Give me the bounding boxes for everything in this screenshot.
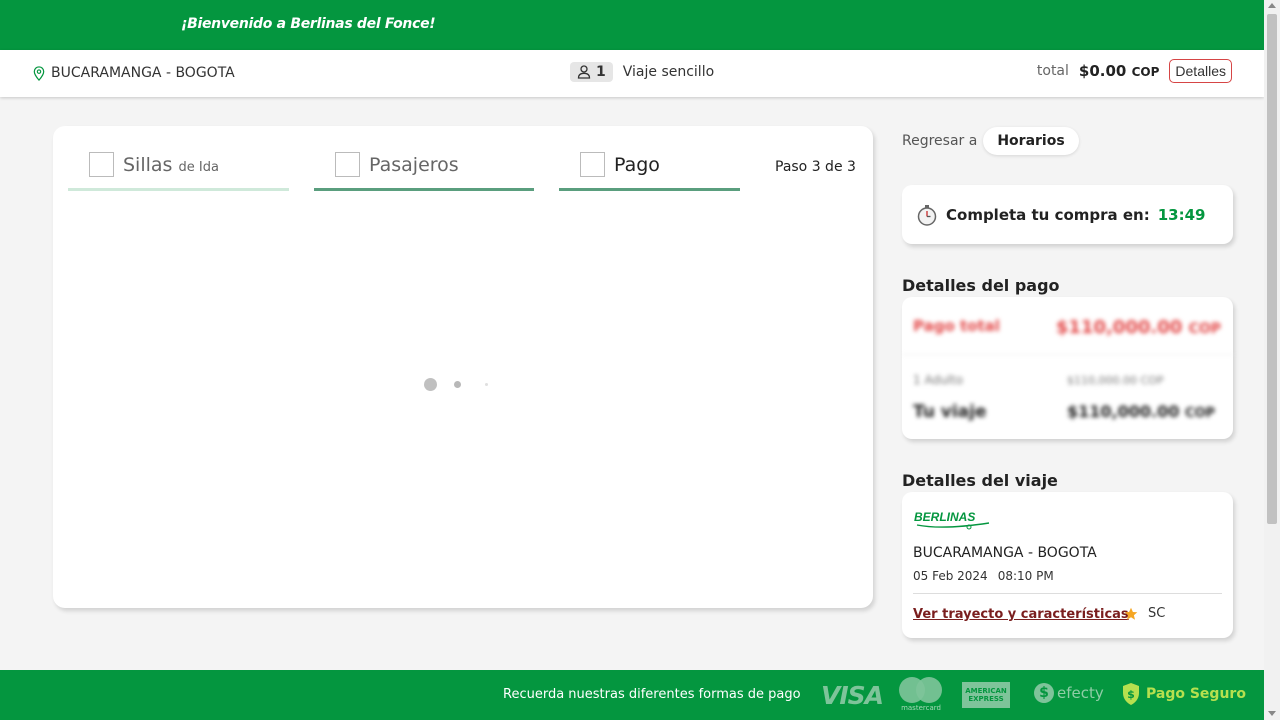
trip-details-card: BERLINAS BUCARAMANGA - BOGOTA 05 Feb 202… bbox=[902, 492, 1233, 638]
payment-line-value: $110,000.00 COP bbox=[1067, 374, 1164, 387]
payment-total-currency: COP bbox=[1188, 321, 1221, 337]
tab-pasajeros-label: Pasajeros bbox=[369, 154, 459, 176]
payment-details-card: Pago total $110,000.00 COP 1 Adulto $110… bbox=[902, 297, 1233, 439]
shield-icon: $ bbox=[1123, 683, 1139, 705]
payment-trip-amount: $110,000.00 COP bbox=[1067, 402, 1215, 421]
visa-logo: VISA bbox=[821, 681, 884, 710]
tab-pago-underline bbox=[559, 188, 740, 191]
horarios-button[interactable]: Horarios bbox=[983, 127, 1079, 155]
passenger-info: 1 Viaje sencillo bbox=[570, 62, 714, 82]
loader-dot bbox=[424, 378, 437, 391]
step-indicator: Paso 3 de 3 bbox=[775, 159, 856, 175]
amex-logo: AMERICAN EXPRESS bbox=[962, 682, 1010, 708]
tab-pago-label: Pago bbox=[614, 154, 660, 176]
trip-route: BUCARAMANGA - BOGOTA bbox=[913, 545, 1097, 561]
route-label: BUCARAMANGA - BOGOTA bbox=[51, 65, 235, 81]
tab-sillas[interactable]: Sillas de Ida bbox=[89, 152, 219, 192]
seat-image-placeholder bbox=[89, 152, 114, 177]
loading-spinner bbox=[424, 378, 488, 391]
mastercard-circle bbox=[916, 677, 942, 703]
payment-total-value: $110,000.00 bbox=[1055, 317, 1183, 338]
payment-methods-text: Recuerda nuestras diferentes formas de p… bbox=[503, 687, 801, 702]
loader-dot bbox=[454, 381, 461, 388]
details-button[interactable]: Detalles bbox=[1169, 59, 1232, 83]
loader-dot bbox=[485, 383, 488, 386]
payment-image-placeholder bbox=[580, 152, 605, 177]
passenger-count-badge: 1 bbox=[570, 62, 613, 82]
total-summary: total $0.00 COP Detalles bbox=[1037, 59, 1232, 83]
tab-sillas-title: Sillas bbox=[123, 154, 173, 176]
total-currency: COP bbox=[1131, 65, 1160, 79]
timer-value: 13:49 bbox=[1157, 205, 1206, 224]
secure-payment-label: Pago Seguro bbox=[1146, 686, 1246, 702]
total-amount: $0.00 COP bbox=[1079, 62, 1160, 80]
tab-pago[interactable]: Pago bbox=[580, 152, 660, 192]
scroll-down-arrow-icon[interactable] bbox=[1268, 711, 1276, 716]
stopwatch-icon bbox=[917, 204, 937, 226]
timer-card: Completa tu compra en: 13:49 bbox=[902, 185, 1233, 244]
scrollbar-thumb[interactable] bbox=[1267, 14, 1277, 524]
tab-sillas-sub: de Ida bbox=[178, 160, 219, 175]
page-scrollbar[interactable] bbox=[1264, 0, 1280, 720]
total-amount-value: $0.00 bbox=[1078, 62, 1127, 80]
payment-line-label: 1 Adulto bbox=[913, 373, 964, 387]
payment-total-row: Pago total $110,000.00 COP bbox=[913, 317, 1221, 338]
top-header: ¡Bienvenido a Berlinas del Fonce! bbox=[0, 0, 1264, 50]
total-label: total bbox=[1036, 63, 1069, 79]
back-label: Regresar a bbox=[902, 133, 978, 149]
tab-sillas-label: Sillas de Ida bbox=[123, 154, 219, 176]
payment-trip-value: $110,000.00 bbox=[1067, 402, 1180, 421]
svg-text:$: $ bbox=[1127, 688, 1135, 701]
efecty-text: efecty bbox=[1057, 684, 1104, 702]
trip-datetime: 05 Feb 2024 08:10 PM bbox=[913, 569, 1054, 583]
trip-summary-bar: BUCARAMANGA - BOGOTA 1 Viaje sencillo to… bbox=[0, 50, 1264, 97]
scroll-up-arrow-icon[interactable] bbox=[1268, 3, 1276, 8]
payment-trip-label: Tu viaje bbox=[913, 402, 987, 422]
timer-label: Completa tu compra en: bbox=[946, 205, 1150, 224]
efecty-logo: $ efecty bbox=[1034, 683, 1104, 703]
berlinas-logo: BERLINAS bbox=[914, 510, 990, 530]
star-icon bbox=[1124, 607, 1138, 620]
trip-divider bbox=[913, 593, 1222, 594]
checkout-card: Sillas de Ida Pasajeros Pago Paso 3 de 3 bbox=[53, 126, 873, 608]
mastercard-logo: mastercard bbox=[898, 677, 944, 713]
svg-text:BERLINAS: BERLINAS bbox=[914, 510, 975, 524]
service-class: SC bbox=[1124, 606, 1165, 621]
back-navigation: Regresar a Horarios bbox=[902, 127, 1079, 155]
trip-time: 08:10 PM bbox=[997, 569, 1054, 583]
mastercard-text: mastercard bbox=[901, 704, 941, 712]
footer: Recuerda nuestras diferentes formas de p… bbox=[0, 670, 1264, 720]
trip-date: 05 Feb 2024 bbox=[913, 569, 988, 583]
payment-total-amount: $110,000.00 COP bbox=[1056, 317, 1221, 338]
passengers-image-placeholder bbox=[335, 152, 360, 177]
payment-details-title: Detalles del pago bbox=[902, 276, 1060, 295]
route-info: BUCARAMANGA - BOGOTA bbox=[33, 65, 235, 81]
tab-sillas-underline bbox=[68, 188, 289, 191]
tab-pasajeros-underline bbox=[314, 188, 534, 191]
location-pin-icon bbox=[33, 65, 45, 81]
payment-divider bbox=[902, 354, 1233, 355]
passenger-count: 1 bbox=[596, 64, 606, 80]
tab-pasajeros[interactable]: Pasajeros bbox=[335, 152, 459, 192]
trip-details-title: Detalles del viaje bbox=[902, 471, 1058, 490]
trip-type: Viaje sencillo bbox=[622, 64, 715, 80]
payment-total-label: Pago total bbox=[913, 317, 1000, 335]
service-class-label: SC bbox=[1148, 606, 1166, 621]
secure-payment: $ Pago Seguro bbox=[1121, 682, 1246, 706]
efecty-icon: $ bbox=[1034, 683, 1054, 703]
welcome-message: ¡Bienvenido a Berlinas del Fonce! bbox=[181, 16, 436, 32]
person-icon bbox=[577, 65, 591, 79]
payment-trip-currency: COP bbox=[1184, 406, 1216, 421]
route-features-link[interactable]: Ver trayecto y características bbox=[913, 607, 1129, 622]
